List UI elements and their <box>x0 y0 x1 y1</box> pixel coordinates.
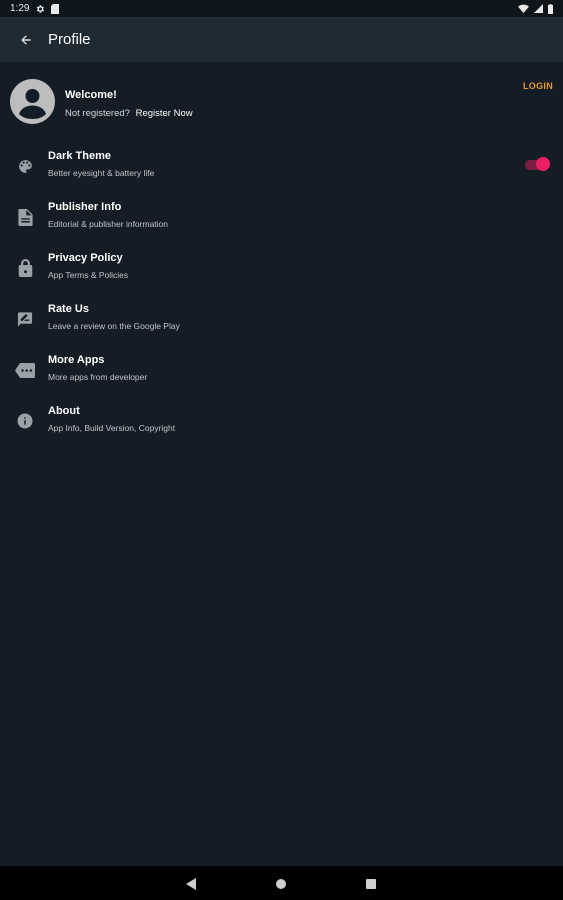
menu-item-title: Publisher Info <box>48 201 122 213</box>
menu-item-title: About <box>48 405 80 417</box>
menu-item-rate-us[interactable]: Rate Us Leave a review on the Google Pla… <box>0 295 563 346</box>
wifi-icon <box>518 4 529 13</box>
nav-back-icon <box>186 878 196 890</box>
palette-icon <box>15 156 35 176</box>
registration-line: Not registered? Register Now <box>65 108 193 119</box>
arrow-back-icon <box>21 34 31 45</box>
settings-icon <box>35 4 45 14</box>
settings-menu: Dark Theme Better eyesight & battery lif… <box>0 142 563 448</box>
lock-icon <box>15 258 35 278</box>
back-button[interactable] <box>16 30 36 50</box>
navigation-bar <box>0 866 563 900</box>
status-time: 1:29 <box>10 3 30 14</box>
menu-item-publisher-info[interactable]: Publisher Info Editorial & publisher inf… <box>0 193 563 244</box>
nav-back-button[interactable] <box>184 877 198 891</box>
nav-recents-icon <box>366 879 376 889</box>
menu-item-subtitle: App Terms & Policies <box>48 270 129 280</box>
dark-theme-toggle[interactable] <box>525 157 551 173</box>
register-now-link[interactable]: Register Now <box>136 108 193 119</box>
nav-home-icon <box>276 879 286 889</box>
rate-review-icon <box>15 309 35 329</box>
status-bar: 1:29 <box>0 0 563 17</box>
profile-header: Welcome! Not registered? Register Now LO… <box>0 62 563 142</box>
menu-item-title: Rate Us <box>48 303 89 315</box>
menu-item-subtitle: Better eyesight & battery life <box>48 168 155 178</box>
menu-item-about[interactable]: About App Info, Build Version, Copyright <box>0 397 563 448</box>
sd-card-icon <box>51 3 60 14</box>
welcome-text: Welcome! <box>65 89 117 101</box>
info-icon <box>15 411 35 431</box>
account-circle-icon[interactable] <box>10 79 55 124</box>
not-registered-text: Not registered? <box>65 108 130 119</box>
menu-item-subtitle: Editorial & publisher information <box>48 219 169 229</box>
menu-item-subtitle: Leave a review on the Google Play <box>48 321 180 331</box>
menu-item-privacy-policy[interactable]: Privacy Policy App Terms & Policies <box>0 244 563 295</box>
login-button[interactable]: LOGIN <box>523 81 553 91</box>
app-bar: Profile <box>0 17 563 62</box>
document-icon <box>15 207 35 227</box>
menu-item-subtitle: More apps from developer <box>48 372 148 382</box>
toggle-thumb <box>536 157 550 171</box>
menu-item-subtitle: App Info, Build Version, Copyright <box>48 423 176 433</box>
menu-item-title: Privacy Policy <box>48 252 123 264</box>
menu-item-title: Dark Theme <box>48 150 111 162</box>
more-apps-icon <box>15 360 35 380</box>
nav-home-button[interactable] <box>274 877 288 891</box>
nav-recents-button[interactable] <box>364 877 378 891</box>
menu-item-title: More Apps <box>48 354 105 366</box>
menu-item-more-apps[interactable]: More Apps More apps from developer <box>0 346 563 397</box>
battery-icon <box>548 3 553 14</box>
page-title: Profile <box>48 31 91 48</box>
signal-icon <box>534 4 543 13</box>
menu-item-dark-theme[interactable]: Dark Theme Better eyesight & battery lif… <box>0 142 563 193</box>
